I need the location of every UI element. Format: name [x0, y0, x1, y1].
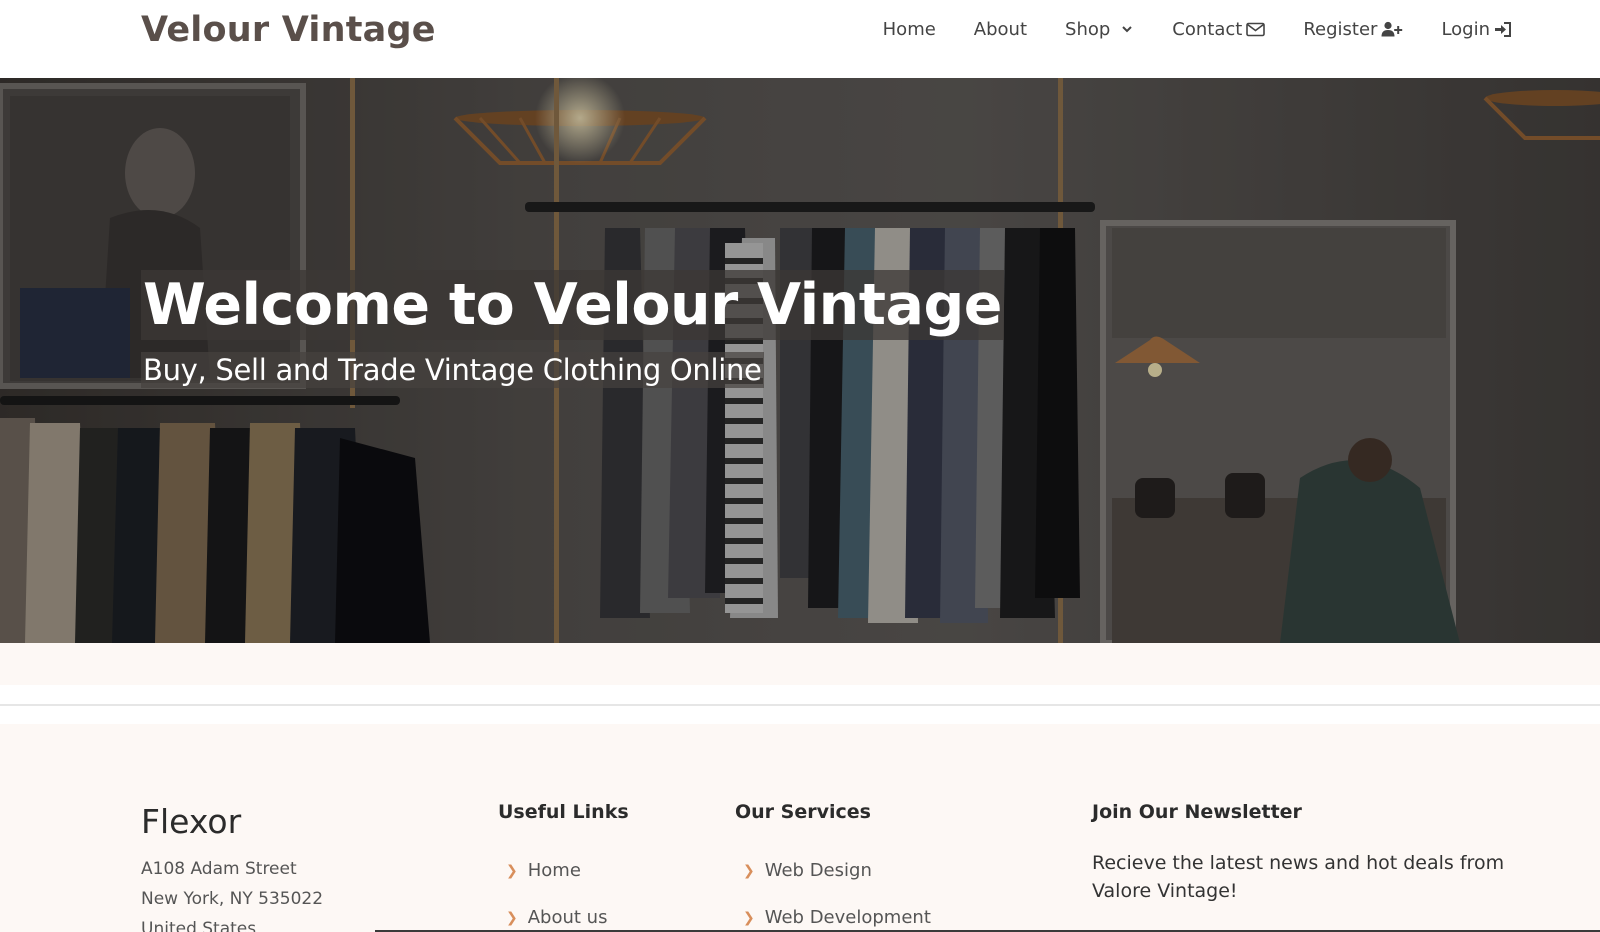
hero-banner: Welcome to Velour Vintage Buy, Sell and …: [0, 78, 1600, 643]
services-heading: Our Services: [735, 801, 871, 823]
service-link-web-design[interactable]: ❯ Web Design: [735, 847, 931, 894]
nav-home[interactable]: Home: [883, 16, 936, 42]
nav-about[interactable]: About: [974, 16, 1027, 42]
nav-shop[interactable]: Shop: [1065, 16, 1134, 42]
footer-link-label: Home: [527, 860, 581, 881]
chevron-down-icon: [1122, 26, 1133, 33]
nav-shop-label: Shop: [1065, 18, 1111, 40]
hero-subtitle: Buy, Sell and Trade Vintage Clothing Onl…: [141, 352, 764, 388]
section-divider: [0, 704, 1600, 706]
sign-in-icon: [1495, 21, 1511, 37]
hero-title: Welcome to Velour Vintage: [141, 270, 1004, 340]
site-header: Velour Vintage Home About Shop Contact R…: [0, 0, 1600, 78]
site-footer: Flexor A108 Adam Street New York, NY 535…: [0, 724, 1600, 932]
services-list: ❯ Web Design ❯ Web Development: [735, 847, 931, 932]
service-link-web-development[interactable]: ❯ Web Development: [735, 894, 931, 932]
nav-about-label: About: [973, 18, 1028, 40]
chevron-right-icon: ❯: [743, 909, 755, 926]
brand-logo[interactable]: Velour Vintage: [141, 10, 436, 50]
footer-link-about[interactable]: ❯ About us: [498, 894, 629, 932]
nav-home-label: Home: [882, 18, 936, 40]
main-nav: Home About Shop Contact Register Login: [845, 16, 1512, 42]
user-plus-icon: [1381, 21, 1403, 37]
useful-links-heading: Useful Links: [498, 801, 629, 823]
newsletter-heading: Join Our Newsletter: [1092, 801, 1302, 823]
nav-register-label: Register: [1303, 18, 1378, 40]
newsletter-column: Join Our Newsletter Recieve the latest n…: [1092, 801, 1542, 905]
address-line: A108 Adam Street: [141, 859, 297, 879]
address-line: United States: [141, 919, 257, 932]
content-band: [0, 643, 1600, 685]
service-link-label: Web Development: [764, 907, 931, 928]
chevron-right-icon: ❯: [506, 862, 518, 879]
nav-contact-label: Contact: [1172, 18, 1243, 40]
nav-login-label: Login: [1441, 18, 1490, 40]
footer-address: A108 Adam Street New York, NY 535022 Uni…: [141, 854, 323, 932]
service-link-label: Web Design: [764, 860, 872, 881]
chevron-right-icon: ❯: [743, 862, 755, 879]
address-line: New York, NY 535022: [141, 889, 324, 909]
services-column: Our Services ❯ Web Design ❯ Web Developm…: [735, 801, 931, 932]
nav-login[interactable]: Login: [1441, 16, 1512, 42]
footer-link-home[interactable]: ❯ Home: [498, 847, 629, 894]
nav-register[interactable]: Register: [1303, 16, 1403, 42]
envelope-icon: [1246, 22, 1266, 36]
footer-link-label: About us: [527, 907, 608, 928]
useful-links-column: Useful Links ❯ Home ❯ About us: [498, 801, 629, 932]
useful-links-list: ❯ Home ❯ About us: [498, 847, 629, 932]
chevron-right-icon: ❯: [506, 909, 518, 926]
newsletter-text: Recieve the latest news and hot deals fr…: [1092, 852, 1505, 902]
nav-contact[interactable]: Contact: [1172, 16, 1266, 42]
footer-brand: Flexor: [141, 802, 242, 841]
